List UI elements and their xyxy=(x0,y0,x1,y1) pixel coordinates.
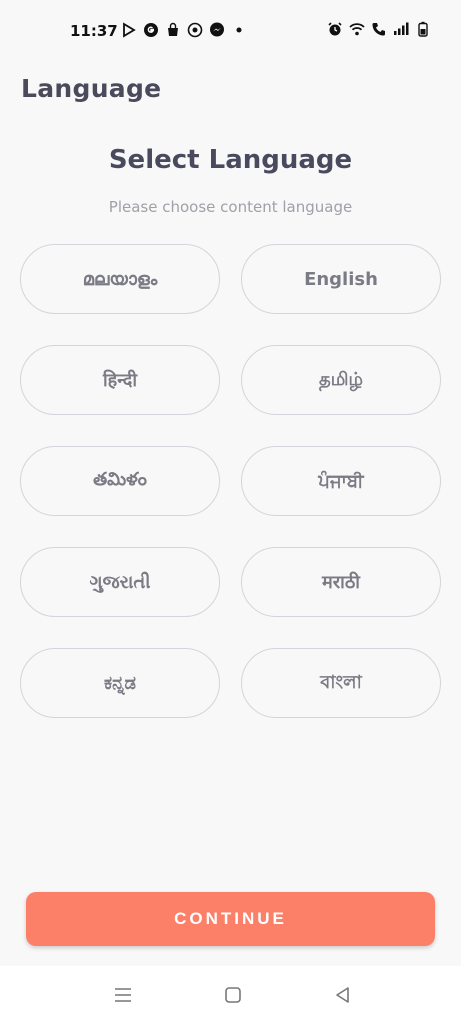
play-store-icon xyxy=(121,22,137,38)
select-language-title: Select Language xyxy=(108,145,353,175)
language-label: বাংলা xyxy=(320,671,362,693)
language-label: English xyxy=(304,268,378,290)
home-icon[interactable] xyxy=(222,984,244,1006)
language-label: ਪੰਜਾਬੀ xyxy=(318,470,364,492)
call-icon xyxy=(371,21,387,37)
language-label: ગુજરાતી xyxy=(89,571,151,593)
language-label: తమిళం xyxy=(93,468,147,490)
dot-icon xyxy=(231,22,247,38)
page-header-title: Language xyxy=(21,74,162,103)
menu-icon[interactable] xyxy=(112,984,134,1006)
language-option-english[interactable]: English xyxy=(241,244,441,314)
select-language-subtitle: Please choose content language xyxy=(108,198,353,216)
language-option-hindi[interactable]: हिन्दी xyxy=(20,345,220,415)
language-label: मराठी xyxy=(322,572,360,593)
language-grid: മലയാളം English हिन्दी தமிழ் తమిళం ਪੰਜਾਬੀ… xyxy=(20,244,441,718)
camera-icon xyxy=(187,22,203,38)
battery-icon xyxy=(415,21,431,37)
status-time: 11:37 xyxy=(70,22,118,40)
language-option-punjabi[interactable]: ਪੰਜਾਬੀ xyxy=(241,446,441,516)
signal-icon xyxy=(393,21,409,37)
language-option-telugu[interactable]: తమిళం xyxy=(20,446,220,516)
language-label: हिन्दी xyxy=(102,370,137,391)
language-label: ಕನ್ನಡ xyxy=(103,672,136,694)
language-option-malayalam[interactable]: മലയാളം xyxy=(20,244,220,314)
continue-button[interactable]: CONTINUE xyxy=(26,892,435,946)
language-option-marathi[interactable]: मराठी xyxy=(241,547,441,617)
bag-icon xyxy=(165,22,181,38)
g-icon xyxy=(143,22,159,38)
back-icon[interactable] xyxy=(332,984,354,1006)
wifi-icon xyxy=(349,21,365,37)
language-option-bengali[interactable]: বাংলা xyxy=(241,648,441,718)
language-option-kannada[interactable]: ಕನ್ನಡ xyxy=(20,648,220,718)
status-right-icons xyxy=(327,21,431,37)
messenger-icon xyxy=(209,22,225,38)
status-bar: 11:37 xyxy=(0,0,461,62)
language-option-tamil[interactable]: தமிழ் xyxy=(241,345,441,415)
language-option-gujarati[interactable]: ગુજરાતી xyxy=(20,547,220,617)
alarm-icon xyxy=(327,21,343,37)
navigation-bar xyxy=(0,966,461,1024)
language-label: தமிழ் xyxy=(319,368,363,390)
language-label: മലയാളം xyxy=(82,268,158,290)
status-left-icons xyxy=(121,22,247,38)
